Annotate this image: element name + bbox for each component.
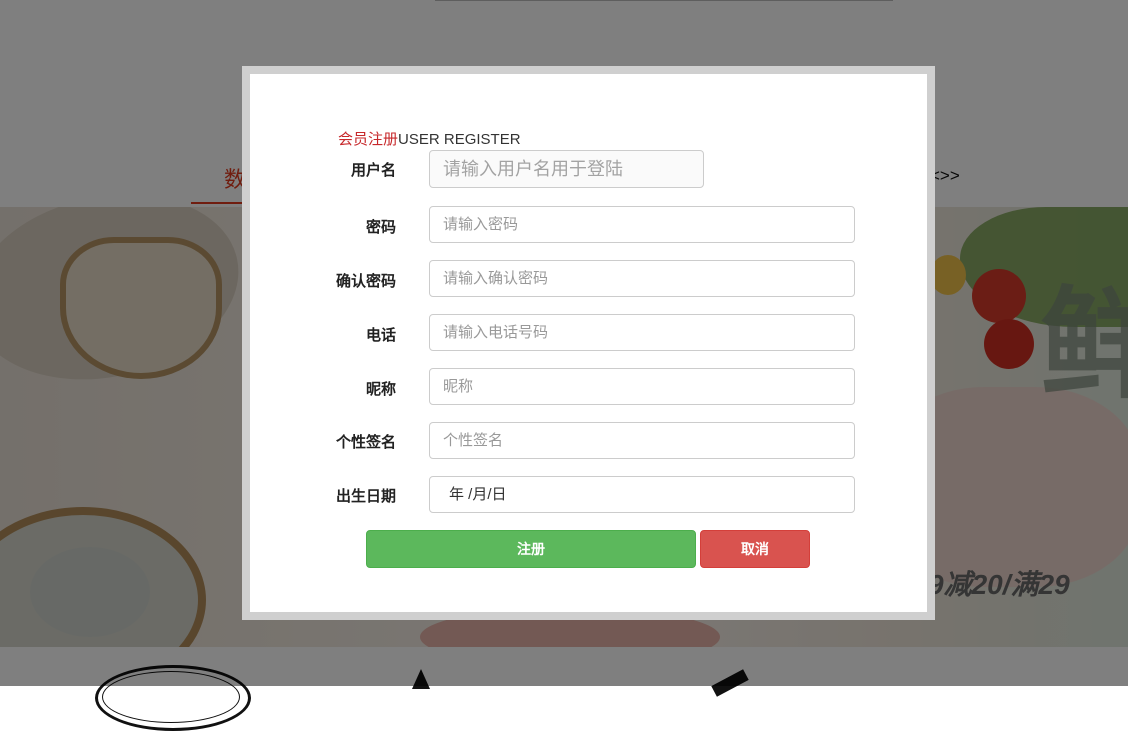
phone-input[interactable] [429, 314, 855, 351]
password-input[interactable] [429, 206, 855, 243]
cancel-button[interactable]: 取消 [700, 530, 810, 568]
confirm-password-label: 确认密码 [335, 273, 396, 290]
register-dialog: 会员注册USER REGISTER 用户名 密码 确认密码 电话 昵称 个性签名… [250, 74, 927, 612]
confirm-password-input[interactable] [429, 260, 855, 297]
dialog-heading: 会员注册USER REGISTER [338, 128, 521, 149]
signature-label: 个性签名 [335, 434, 396, 451]
signature-input[interactable] [429, 422, 855, 459]
nickname-input[interactable] [429, 368, 855, 405]
register-dialog-frame: 会员注册USER REGISTER 用户名 密码 确认密码 电话 昵称 个性签名… [242, 66, 935, 620]
dialog-heading-cn: 会员注册 [338, 131, 399, 148]
password-label: 密码 [365, 219, 396, 236]
nickname-label: 昵称 [365, 381, 396, 398]
register-button[interactable]: 注册 [366, 530, 696, 568]
phone-label: 电话 [365, 327, 396, 344]
birthday-date-input[interactable]: 年 /月/日 [429, 476, 855, 513]
username-label: 用户名 [350, 162, 396, 179]
birthday-label: 出生日期 [335, 488, 396, 505]
dialog-heading-en: USER REGISTER [398, 131, 521, 148]
username-input[interactable] [429, 150, 704, 188]
